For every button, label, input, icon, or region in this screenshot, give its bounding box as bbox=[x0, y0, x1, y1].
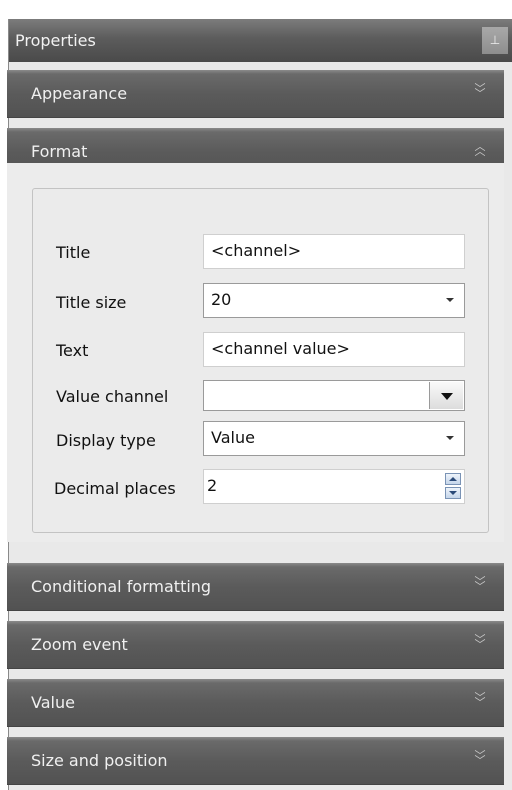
section-appearance[interactable]: Appearance ﹀ ﹀ bbox=[7, 70, 504, 118]
chevron-up-icon: ︿ ︿ bbox=[474, 140, 486, 158]
value-channel-label: Value channel bbox=[56, 387, 169, 406]
value-channel-select[interactable] bbox=[203, 380, 465, 411]
decimal-places-value: 2 bbox=[207, 476, 218, 495]
spinner-buttons bbox=[445, 473, 461, 500]
spinner-up-icon[interactable] bbox=[445, 473, 461, 485]
dropdown-caret-icon bbox=[446, 298, 454, 302]
decimal-places-label: Decimal places bbox=[54, 479, 176, 498]
text-label: Text bbox=[56, 341, 89, 360]
section-label: Format bbox=[31, 142, 88, 161]
section-label: Conditional formatting bbox=[31, 577, 212, 596]
properties-title-bar: Properties ⊥ bbox=[9, 19, 512, 62]
chevron-down-icon: ﹀ ﹀ bbox=[474, 691, 486, 709]
display-type-value: Value bbox=[211, 428, 255, 447]
title-size-value: 20 bbox=[211, 290, 232, 309]
section-label: Appearance bbox=[31, 84, 128, 103]
text-input[interactable]: <channel value> bbox=[203, 332, 465, 367]
section-conditional-formatting[interactable]: Conditional formatting ﹀ ﹀ bbox=[7, 563, 504, 611]
title-label: Title bbox=[56, 243, 91, 262]
dropdown-button[interactable] bbox=[429, 382, 463, 409]
section-size-and-position[interactable]: Size and position ﹀ ﹀ bbox=[7, 737, 504, 785]
text-input-value: <channel value> bbox=[211, 339, 350, 358]
dropdown-caret-icon bbox=[446, 436, 454, 440]
pin-icon[interactable]: ⊥ bbox=[482, 27, 508, 54]
spinner-down-icon[interactable] bbox=[445, 487, 461, 499]
title-size-select[interactable]: 20 bbox=[203, 283, 465, 318]
chevron-down-icon: ﹀ ﹀ bbox=[474, 82, 486, 100]
panel-title: Properties bbox=[15, 31, 96, 50]
section-label: Size and position bbox=[31, 751, 168, 770]
chevron-down-icon: ﹀ ﹀ bbox=[474, 575, 486, 593]
display-type-label: Display type bbox=[56, 431, 156, 450]
decimal-places-spinner[interactable]: 2 bbox=[203, 469, 465, 504]
chevron-down-icon: ﹀ ﹀ bbox=[474, 749, 486, 767]
title-input[interactable]: <channel> bbox=[203, 234, 465, 269]
dropdown-arrow-icon bbox=[441, 393, 453, 400]
section-value[interactable]: Value ﹀ ﹀ bbox=[7, 679, 504, 727]
section-label: Zoom event bbox=[31, 635, 128, 654]
section-zoom-event[interactable]: Zoom event ﹀ ﹀ bbox=[7, 621, 504, 669]
title-input-value: <channel> bbox=[211, 241, 302, 260]
chevron-down-icon: ﹀ ﹀ bbox=[474, 633, 486, 651]
section-label: Value bbox=[31, 693, 75, 712]
display-type-select[interactable]: Value bbox=[203, 421, 465, 456]
title-size-label: Title size bbox=[56, 293, 127, 312]
